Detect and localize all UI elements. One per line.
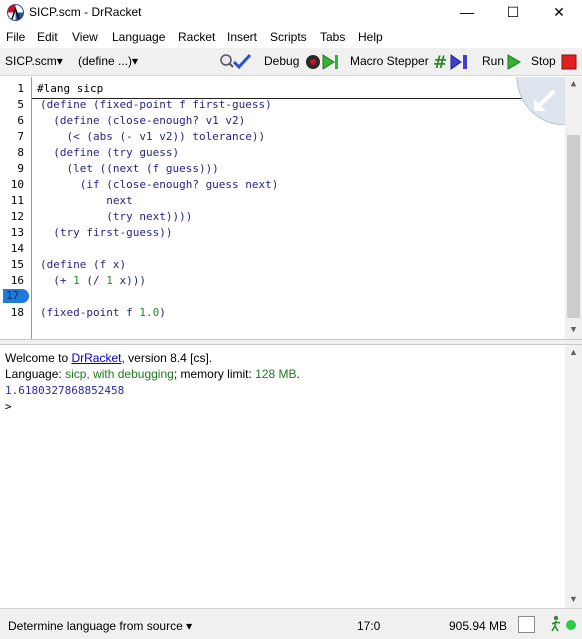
output-value: 1.6180327868852458 bbox=[5, 384, 125, 397]
line-number: 13 bbox=[10, 226, 24, 239]
lang-line: #lang sicp bbox=[37, 82, 104, 95]
code-line: (let ((next (f guess))) bbox=[40, 162, 219, 175]
code-text: (/ bbox=[79, 274, 107, 287]
drracket-logo-icon bbox=[7, 4, 24, 21]
menu-file[interactable]: File bbox=[6, 30, 25, 44]
language-mid: ; memory limit: bbox=[173, 367, 256, 381]
code-line: (+ 1 (/ 1 x))) bbox=[40, 274, 146, 287]
close-button[interactable]: ✕ bbox=[536, 0, 582, 26]
repl-prompt[interactable]: > bbox=[5, 400, 12, 413]
lang-line-band bbox=[32, 79, 552, 99]
code-number: 1 bbox=[73, 274, 80, 287]
svg-text:#: # bbox=[433, 53, 447, 72]
editor-scrollbar[interactable]: ▲ ▼ bbox=[565, 77, 582, 339]
line-number: 6 bbox=[17, 114, 24, 127]
code-line: (define (close-enough? v1 v2) bbox=[40, 114, 246, 127]
line-number: 14 bbox=[10, 242, 24, 255]
line-number: 11 bbox=[10, 194, 24, 207]
code-text: (fixed-point f bbox=[40, 306, 140, 319]
menu-insert[interactable]: Insert bbox=[227, 30, 257, 44]
code-line: (< (abs (- v1 v2)) tolerance)) bbox=[40, 130, 266, 143]
language-end: . bbox=[296, 367, 300, 381]
definitions-editor[interactable]: 1 5 6 7 8 9 10 11 12 13 14 15 16 17 18 #… bbox=[0, 77, 582, 339]
memory-usage[interactable]: 905.94 MB bbox=[449, 619, 507, 633]
title-bar: SICP.scm - DrRacket — ☐ ✕ bbox=[0, 0, 582, 26]
line-number: 18 bbox=[10, 306, 24, 319]
macro-stepper-button[interactable]: Macro Stepper bbox=[350, 54, 429, 68]
gc-indicator bbox=[518, 616, 535, 633]
menu-view[interactable]: View bbox=[72, 30, 98, 44]
welcome-line: Welcome to DrRacket, version 8.4 [cs]. bbox=[5, 351, 212, 365]
code-number: 1.0 bbox=[139, 306, 160, 319]
run-button[interactable]: Run bbox=[482, 54, 504, 68]
menu-language[interactable]: Language bbox=[112, 30, 165, 44]
line-number-gutter: 1 5 6 7 8 9 10 11 12 13 14 15 16 17 18 bbox=[0, 77, 32, 339]
line-number: 9 bbox=[17, 162, 24, 175]
current-line-number: 17 bbox=[3, 289, 29, 303]
debug-icon[interactable] bbox=[304, 52, 344, 72]
code-line: (fixed-point f 1.0) bbox=[40, 306, 166, 319]
menu-racket[interactable]: Racket bbox=[178, 30, 215, 44]
line-number: 16 bbox=[10, 274, 24, 287]
file-dropdown[interactable]: SICP.scm▾ bbox=[5, 54, 63, 68]
menu-bar: File Edit View Language Racket Insert Sc… bbox=[0, 27, 582, 47]
menu-help[interactable]: Help bbox=[358, 30, 383, 44]
line-number: 8 bbox=[17, 146, 24, 159]
minimize-button[interactable]: — bbox=[444, 0, 490, 26]
code-line: (try first-guess)) bbox=[40, 226, 173, 239]
interactions-pane[interactable]: Welcome to DrRacket, version 8.4 [cs]. L… bbox=[0, 345, 582, 608]
cursor-position: 17:0 bbox=[357, 619, 381, 633]
line-number: 15 bbox=[10, 258, 24, 271]
gutter-divider bbox=[31, 77, 32, 339]
code-line: (if (close-enough? guess next) bbox=[40, 178, 279, 191]
language-line: Language: sicp, with debugging; memory l… bbox=[5, 367, 300, 381]
scroll-down-icon[interactable]: ▼ bbox=[565, 325, 582, 335]
macro-stepper-icon[interactable]: # bbox=[433, 52, 471, 72]
line-number: 12 bbox=[10, 210, 24, 223]
line-number: 1 bbox=[17, 82, 24, 95]
check-syntax-icon[interactable] bbox=[219, 52, 253, 72]
repl-scrollbar[interactable]: ▲ ▼ bbox=[565, 345, 582, 608]
run-icon[interactable] bbox=[505, 52, 523, 72]
code-line: (try next)))) bbox=[40, 210, 193, 223]
restore-arrow-icon[interactable] bbox=[512, 77, 565, 125]
stop-icon[interactable] bbox=[560, 52, 578, 72]
welcome-prefix: Welcome to bbox=[5, 351, 72, 365]
code-text: x))) bbox=[112, 274, 146, 287]
debug-button[interactable]: Debug bbox=[264, 54, 299, 68]
language-prefix: Language: bbox=[5, 367, 66, 381]
drracket-link[interactable]: DrRacket bbox=[71, 351, 121, 365]
status-bar: Determine language from source ▾ 17:0 90… bbox=[0, 608, 582, 639]
scroll-up-icon[interactable]: ▲ bbox=[565, 79, 582, 89]
line-number: 5 bbox=[17, 98, 24, 111]
code-line: next bbox=[40, 194, 133, 207]
menu-tabs[interactable]: Tabs bbox=[320, 30, 345, 44]
toolbar: SICP.scm▾ (define ...)▾ Debug Macro Step… bbox=[0, 48, 582, 76]
stop-button[interactable]: Stop bbox=[531, 54, 556, 68]
memory-limit: 128 MB bbox=[255, 367, 297, 381]
define-dropdown[interactable]: (define ...)▾ bbox=[78, 54, 138, 68]
code-line: (define (fixed-point f first-guess) bbox=[40, 98, 272, 111]
language-name: sicp, with debugging bbox=[65, 367, 174, 381]
window-title: SICP.scm - DrRacket bbox=[29, 5, 142, 19]
menu-edit[interactable]: Edit bbox=[37, 30, 58, 44]
code-text: ) bbox=[159, 306, 166, 319]
scroll-up-icon[interactable]: ▲ bbox=[565, 347, 582, 357]
code-number: 1 bbox=[106, 274, 113, 287]
line-number: 7 bbox=[17, 130, 24, 143]
language-selector[interactable]: Determine language from source ▾ bbox=[8, 619, 192, 633]
code-line: (define (try guess) bbox=[40, 146, 180, 159]
line-number: 10 bbox=[10, 178, 24, 191]
maximize-button[interactable]: ☐ bbox=[490, 0, 536, 26]
menu-scripts[interactable]: Scripts bbox=[270, 30, 307, 44]
code-line: (define (f x) bbox=[40, 258, 127, 271]
editor-scroll-thumb[interactable] bbox=[567, 135, 580, 318]
welcome-suffix: , version 8.4 [cs]. bbox=[121, 351, 213, 365]
scroll-down-icon[interactable]: ▼ bbox=[565, 594, 582, 604]
running-status-icon bbox=[551, 615, 576, 632]
code-text: (+ bbox=[40, 274, 74, 287]
